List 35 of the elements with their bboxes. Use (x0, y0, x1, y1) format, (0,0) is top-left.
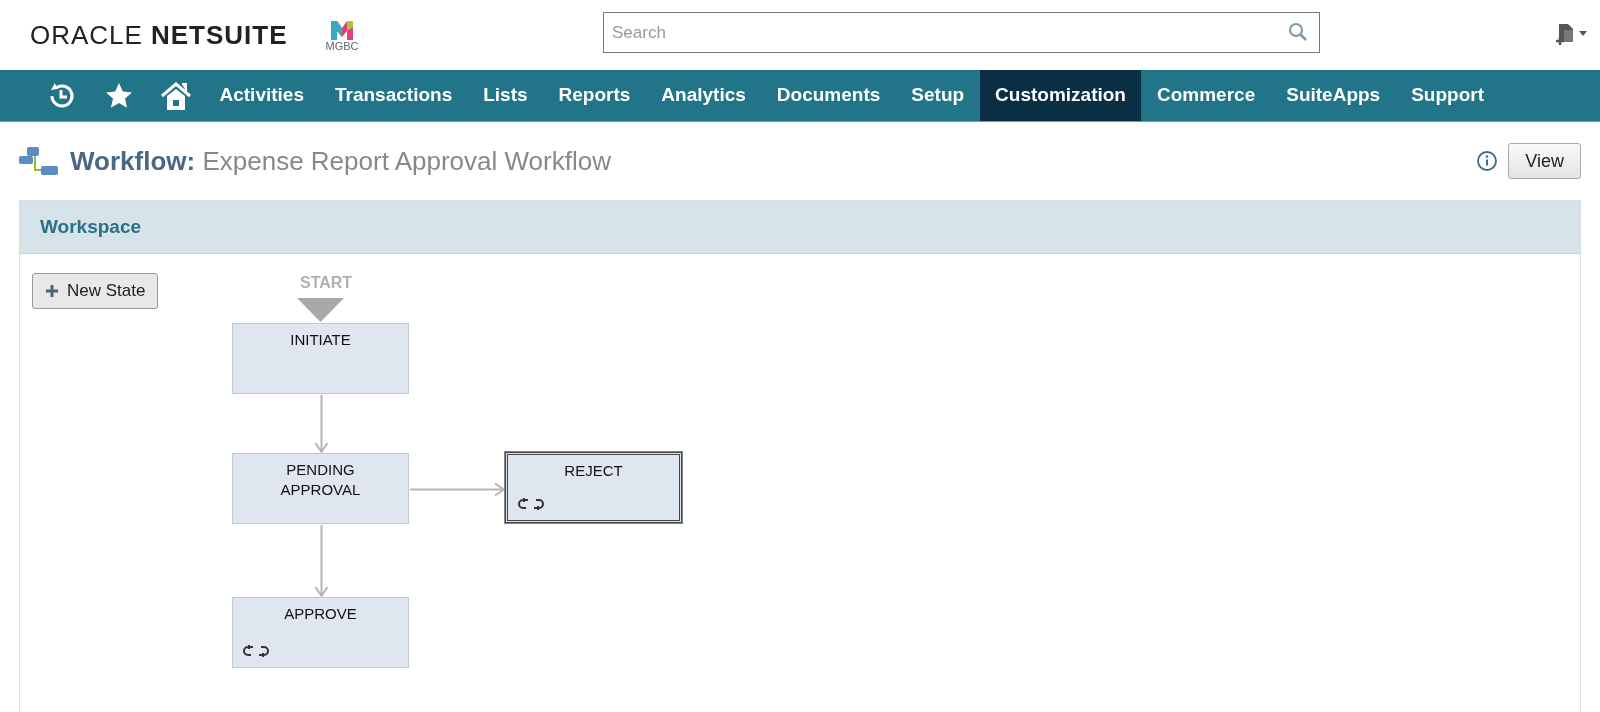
nav-menu-item[interactable]: SuiteApps (1270, 70, 1396, 121)
action-loop-icon (243, 645, 269, 657)
search-icon (1288, 22, 1308, 42)
nav-menu-item[interactable]: Setup (895, 70, 980, 121)
m-logo-icon (330, 18, 354, 41)
record-type-label: Workflow: (70, 146, 196, 176)
nav-menu-item[interactable]: Support (1395, 70, 1500, 121)
transition-arrow[interactable] (409, 482, 506, 497)
nav-menu-item[interactable]: Documents (761, 70, 896, 121)
nav-menu-item[interactable]: Reports (543, 70, 646, 121)
workspace-title: Workspace (40, 214, 142, 239)
home-icon[interactable] (160, 80, 192, 111)
nav-menu-item[interactable]: Activities (204, 70, 320, 121)
company-logo: MGBC (325, 18, 359, 52)
workflow-state-node[interactable]: PENDING APPROVAL (232, 453, 409, 524)
netsuite-logo-text: NETSUITE (150, 18, 288, 52)
nav-menu-item[interactable]: Lists (467, 70, 544, 121)
nav-menu-item[interactable]: Commerce (1141, 70, 1271, 121)
workflow-icon (19, 146, 59, 176)
action-loop-icon (518, 498, 544, 510)
document-add-icon[interactable] (1553, 24, 1589, 48)
new-state-button[interactable]: New State (32, 273, 159, 309)
view-button[interactable]: View (1508, 143, 1581, 179)
workflow-state-node[interactable]: INITIATE (232, 323, 409, 394)
start-label: START (300, 273, 353, 293)
plus-icon (45, 284, 59, 298)
nav-menu-item[interactable]: Customization (979, 70, 1142, 121)
page-title: Expense Report Approval Workflow (202, 146, 611, 176)
nav-menu-item[interactable]: Transactions (319, 70, 468, 121)
nav-menu-item[interactable]: Analytics (645, 70, 762, 121)
workflow-state-node[interactable]: REJECT (505, 452, 682, 523)
oracle-logo-text: ORACLE (30, 18, 143, 52)
info-icon[interactable] (1476, 150, 1499, 172)
search-field[interactable]: Search (603, 12, 1320, 53)
workflow-state-node[interactable]: APPROVE (232, 597, 409, 668)
